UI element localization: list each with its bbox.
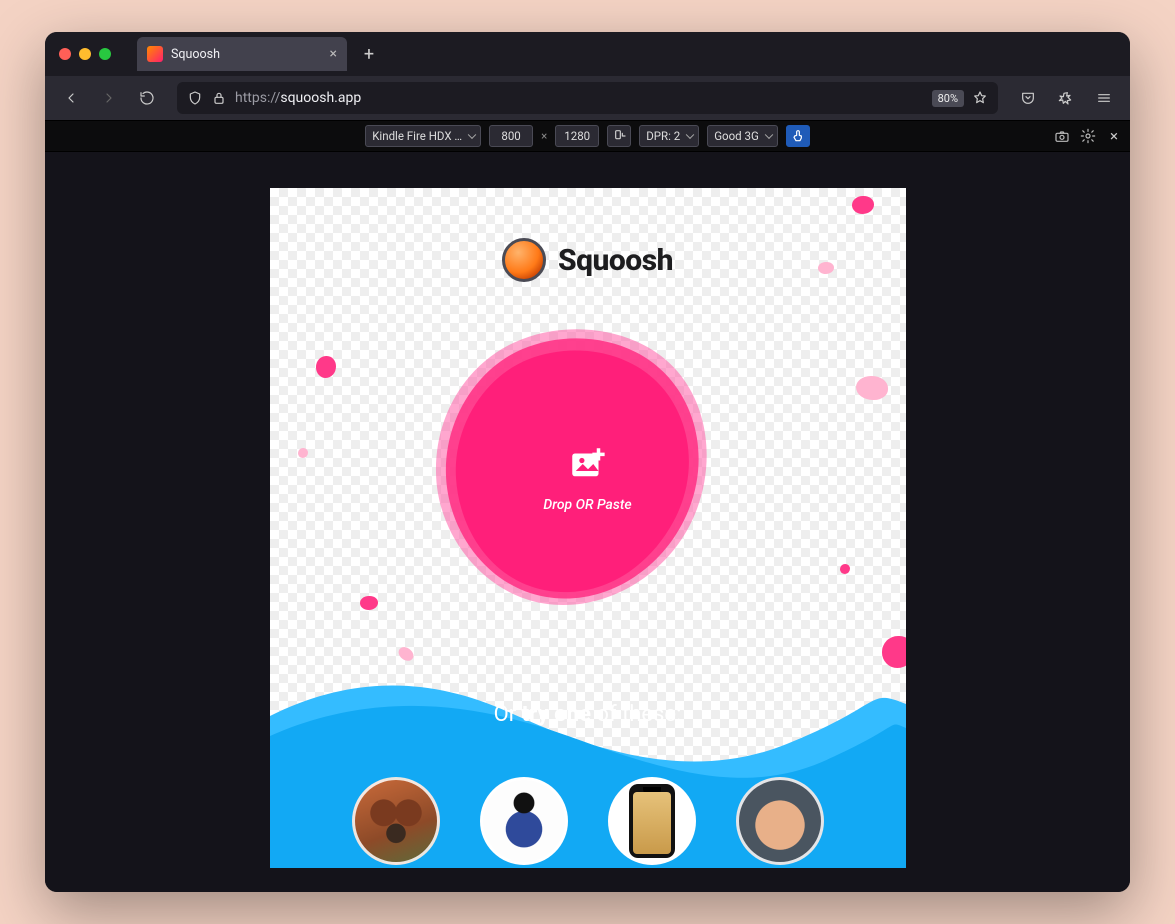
gear-icon <box>1080 128 1096 144</box>
try-prefix: Or <box>494 702 522 727</box>
decorative-spot <box>298 448 308 458</box>
window-controls <box>59 48 111 60</box>
close-rdm-button[interactable]: × <box>1106 127 1122 145</box>
app-title: Squoosh <box>558 243 673 278</box>
url-text: https://squoosh.app <box>235 90 924 106</box>
titlebar: Squoosh × + <box>45 32 1130 76</box>
camera-icon <box>1054 128 1070 144</box>
devtools-icon[interactable] <box>1050 82 1082 114</box>
reload-button[interactable] <box>131 82 163 114</box>
device-frame: Squoosh <box>270 188 906 868</box>
dpr-select[interactable]: DPR: 2 <box>639 125 699 147</box>
dimension-separator: × <box>541 129 547 143</box>
screenshot-button[interactable] <box>1054 128 1070 144</box>
viewport-width-input[interactable]: 800 <box>489 125 533 147</box>
squoosh-logo-icon <box>502 238 546 282</box>
rotate-icon <box>611 128 627 144</box>
try-heading: Or try one of these: <box>494 702 682 727</box>
tab-favicon-icon <box>147 46 163 62</box>
browser-window: Squoosh × + https://squoosh.app 80% <box>45 32 1130 892</box>
forward-button[interactable] <box>93 82 125 114</box>
drop-zone[interactable]: Drop OR Paste <box>423 313 753 643</box>
close-window-button[interactable] <box>59 48 71 60</box>
decorative-spot <box>852 196 874 214</box>
new-tab-button[interactable]: + <box>355 40 383 68</box>
samples-section: Or try one of these: <box>270 698 906 868</box>
sample-photo[interactable] <box>352 777 440 865</box>
browser-tab[interactable]: Squoosh × <box>137 37 347 71</box>
tab-title: Squoosh <box>171 47 220 62</box>
device-select[interactable]: Kindle Fire HDX … <box>365 125 481 147</box>
rotate-viewport-button[interactable] <box>607 125 631 147</box>
blob-shape <box>423 313 753 643</box>
sample-svg[interactable] <box>736 777 824 865</box>
shield-icon <box>187 90 203 106</box>
sample-list <box>352 749 824 837</box>
responsive-design-toolbar: Kindle Fire HDX … 800 × 1280 DPR: 2 Good… <box>45 120 1130 152</box>
decorative-spot <box>840 564 850 574</box>
rdm-settings-button[interactable] <box>1080 128 1096 144</box>
viewport-area: Squoosh <box>45 152 1130 892</box>
app-header: Squoosh <box>270 238 906 282</box>
sample-artwork[interactable] <box>480 777 568 865</box>
bookmark-star-icon[interactable] <box>972 90 988 106</box>
touch-icon <box>790 128 806 144</box>
url-scheme: https:// <box>235 90 280 106</box>
decorative-spot <box>316 356 336 378</box>
address-bar[interactable]: https://squoosh.app 80% <box>177 82 998 114</box>
pocket-icon[interactable] <box>1012 82 1044 114</box>
zoom-badge[interactable]: 80% <box>932 90 964 107</box>
decorative-spot <box>360 596 378 610</box>
try-bold: try one <box>522 702 591 727</box>
dpr-value: DPR: 2 <box>646 129 680 143</box>
viewport-height-input[interactable]: 1280 <box>555 125 599 147</box>
throttle-value: Good 3G <box>714 129 759 143</box>
fullscreen-window-button[interactable] <box>99 48 111 60</box>
navigation-toolbar: https://squoosh.app 80% <box>45 76 1130 120</box>
lock-icon <box>211 90 227 106</box>
touch-simulation-button[interactable] <box>786 125 810 147</box>
device-select-value: Kindle Fire HDX … <box>372 129 462 143</box>
minimize-window-button[interactable] <box>79 48 91 60</box>
back-button[interactable] <box>55 82 87 114</box>
decorative-spot <box>856 376 888 400</box>
url-host: squoosh.app <box>280 90 361 106</box>
app-menu-button[interactable] <box>1088 82 1120 114</box>
throttle-select[interactable]: Good 3G <box>707 125 778 147</box>
try-suffix: of these: <box>591 702 681 727</box>
sample-screenshot[interactable] <box>608 777 696 865</box>
tab-close-button[interactable]: × <box>330 47 337 61</box>
